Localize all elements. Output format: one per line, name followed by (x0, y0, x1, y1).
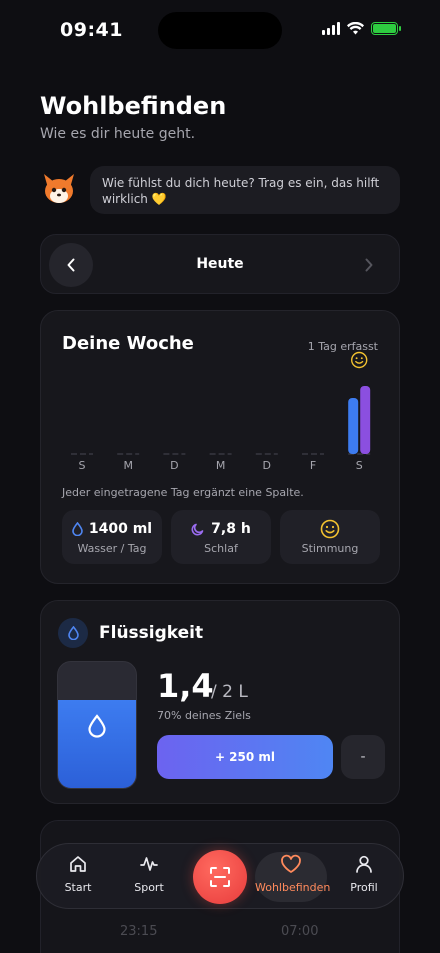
week-note: Jeder eingetragene Tag ergänzt eine Spal… (62, 486, 304, 499)
chart-day-label: D (263, 459, 271, 472)
dynamic-island (158, 12, 282, 49)
status-icons (322, 22, 401, 35)
tab-sport-label: Sport (134, 881, 164, 894)
tab-profil[interactable]: Profil (329, 852, 399, 902)
remove-water-button[interactable]: - (341, 735, 385, 779)
stat-sleep-label: Schlaf (204, 542, 238, 555)
chart-day-label: S (79, 459, 86, 472)
fluid-goal: / 2 L (211, 682, 248, 702)
chart-bar (360, 386, 371, 454)
next-day-button[interactable] (347, 243, 391, 287)
water-bottle (57, 661, 137, 789)
tab-wohlbefinden[interactable]: Wohlbefinden (255, 852, 331, 902)
moon-icon (191, 523, 204, 536)
fluid-amount: 1,4 (157, 667, 214, 705)
water-drop-icon (67, 626, 79, 640)
user-icon (356, 855, 372, 873)
mood-smile-icon (351, 351, 368, 369)
stat-water-value: 1400 ml (88, 521, 153, 537)
water-drop-icon (72, 522, 83, 536)
week-chart: SMDMDFS (71, 351, 371, 472)
sleep-end-time: 07:00 (281, 924, 319, 939)
fluid-title: Flüssigkeit (99, 623, 204, 643)
fox-mascot-icon (44, 174, 74, 203)
tab-start-label: Start (64, 881, 92, 894)
day-selector: Heute (40, 234, 400, 294)
sleep-start-time: 23:15 (120, 924, 158, 939)
chevron-right-icon (365, 258, 373, 272)
tab-profil-label: Profil (350, 881, 378, 894)
chart-day-label: D (170, 459, 178, 472)
status-time: 09:41 (60, 19, 123, 41)
page-title: Wohlbefinden (40, 92, 227, 120)
battery-icon (371, 22, 401, 35)
chart-day-label: S (356, 459, 363, 472)
stat-sleep-value: 7,8 h (211, 521, 251, 537)
mascot-message: Wie fühlst du dich heute? Trag es ein, d… (90, 166, 400, 214)
page-subtitle: Wie es dir heute geht. (40, 126, 196, 142)
fluid-card: Flüssigkeit 1,4 / 2 L 70% deines Ziels +… (40, 600, 400, 804)
heart-icon (281, 854, 301, 873)
tab-wohlbefinden-label: Wohlbefinden (255, 881, 331, 894)
fluid-percent: 70% deines Ziels (157, 709, 251, 722)
home-icon (70, 856, 86, 872)
chart-day-label: M (123, 459, 133, 472)
week-stats: 1400 ml Wasser / Tag 7,8 h Schlaf Stimmu… (62, 510, 380, 564)
stat-mood: Stimmung (280, 510, 380, 564)
tab-bar: Start Sport Wohlbefinden Profil (36, 843, 404, 909)
stat-sleep: 7,8 h Schlaf (171, 510, 271, 564)
activity-icon (140, 857, 158, 871)
week-card: Deine Woche 1 Tag erfasst SMDMDFS Jeder … (40, 310, 400, 584)
chart-day-label: F (310, 459, 316, 472)
status-bar: 09:41 (0, 0, 440, 60)
day-label: Heute (196, 256, 244, 272)
scan-button[interactable] (193, 850, 247, 904)
wifi-icon (347, 22, 364, 35)
stat-mood-label: Stimmung (301, 542, 359, 555)
signal-icon (322, 22, 340, 35)
chart-day-label: M (216, 459, 226, 472)
tab-start[interactable]: Start (43, 852, 113, 902)
chart-bar (348, 398, 359, 454)
add-water-button[interactable]: + 250 ml (157, 735, 333, 779)
smile-icon (320, 519, 340, 539)
fluid-icon-badge (58, 618, 88, 648)
water-drop-icon (88, 714, 106, 738)
stat-water-label: Wasser / Tag (77, 542, 147, 555)
tab-sport[interactable]: Sport (114, 852, 184, 902)
scan-icon (210, 867, 230, 887)
stat-water: 1400 ml Wasser / Tag (62, 510, 162, 564)
